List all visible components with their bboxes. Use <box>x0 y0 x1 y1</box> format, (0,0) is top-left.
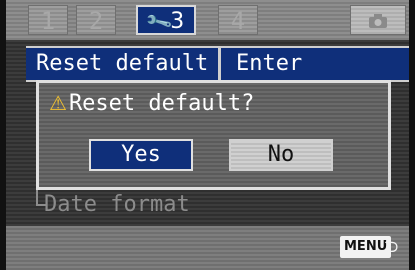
tab-4[interactable]: 4 <box>218 5 258 35</box>
dialog-title-text: Reset default? <box>68 91 255 116</box>
confirm-dialog: ⚠Reset default? Yes No <box>36 80 391 190</box>
return-arrow-icon: ⮌ <box>384 236 399 257</box>
tab-3-setup[interactable]: 🔧3 <box>136 5 196 37</box>
tab-1[interactable]: 1 <box>28 5 68 35</box>
no-button[interactable]: No <box>229 139 333 171</box>
menu-row-label: Reset default <box>36 51 209 76</box>
tab-2[interactable]: 2 <box>76 5 116 35</box>
camera-icon <box>369 14 387 28</box>
menu-row-value: Enter <box>236 51 303 76</box>
tab-label: 2 <box>88 7 104 35</box>
tab-camera[interactable] <box>350 5 406 35</box>
tab-bar: 1 2 🔧3 4 <box>6 0 409 40</box>
tab-label: 4 <box>230 7 246 35</box>
dialog-title: ⚠Reset default? <box>49 91 254 116</box>
row-divider <box>218 48 221 80</box>
warning-icon: ⚠ <box>49 91 67 115</box>
yes-button[interactable]: Yes <box>89 139 193 171</box>
tab-label: 1 <box>40 7 56 35</box>
menu-row-reset-default[interactable]: Reset default Enter <box>26 46 409 82</box>
camera-screen: 1 2 🔧3 4 Reset default Enter ⚠Reset defa… <box>6 0 409 270</box>
menu-item-date-format[interactable]: Date format <box>44 192 190 217</box>
